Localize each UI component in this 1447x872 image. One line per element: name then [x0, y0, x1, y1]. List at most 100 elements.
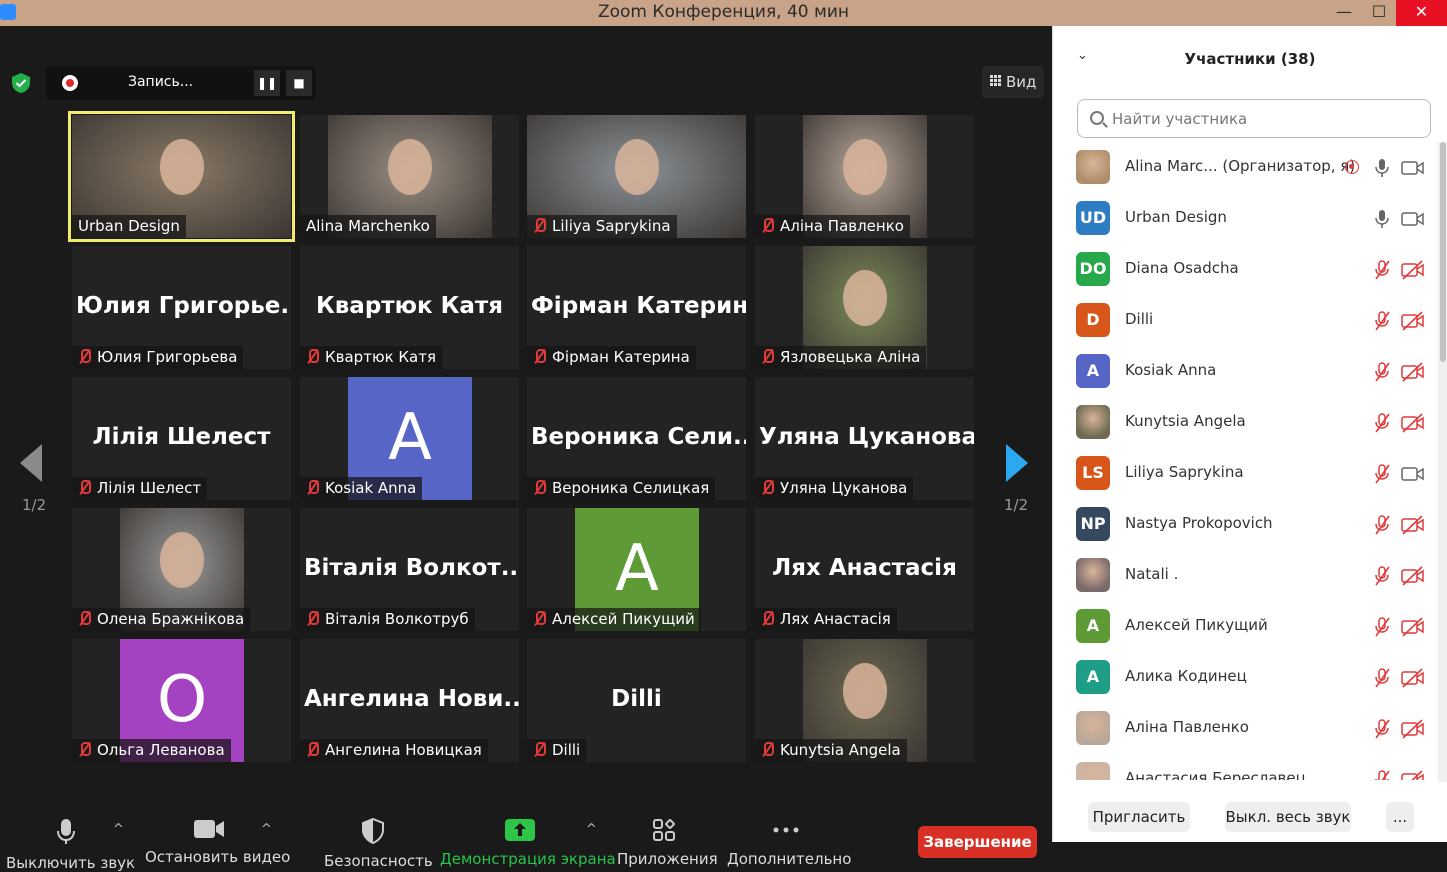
microphone-icon[interactable] [1373, 209, 1391, 229]
search-input[interactable] [1112, 108, 1422, 130]
video-off-icon[interactable] [1401, 515, 1425, 535]
stop-recording-button[interactable]: ■ [286, 70, 312, 96]
video-tile[interactable]: Вероника Сели... Вероника Селицкая [527, 377, 746, 500]
participant-row[interactable]: D Dilli [1053, 295, 1438, 346]
share-screen-label: Демонстрация экрана [440, 850, 616, 868]
video-tile[interactable]: Фірман Катерина Фірман Катерина [527, 246, 746, 369]
muted-mic-icon [78, 742, 91, 757]
video-off-icon[interactable] [1401, 311, 1425, 331]
muted-microphone-icon[interactable] [1373, 362, 1391, 382]
video-camera-icon[interactable] [1401, 158, 1425, 178]
panel-more-button[interactable]: ... [1386, 802, 1414, 832]
video-tile[interactable]: Уляна Цуканова Уляна Цуканова [755, 377, 974, 500]
grid-icon [990, 75, 1002, 87]
participant-row[interactable]: DO Diana Osadcha [1053, 244, 1438, 295]
participant-list-scrollbar[interactable] [1438, 142, 1447, 782]
muted-microphone-icon[interactable] [1373, 668, 1391, 688]
participant-row[interactable]: UD Urban Design [1053, 193, 1438, 244]
muted-microphone-icon[interactable] [1373, 464, 1391, 484]
muted-microphone-icon[interactable] [1373, 413, 1391, 433]
participant-list-name: Diana Osadcha [1125, 259, 1239, 277]
muted-microphone-icon[interactable] [1373, 566, 1391, 586]
video-tile[interactable]: Лілія Шелест Лілія Шелест [72, 377, 291, 500]
video-camera-icon[interactable] [1401, 464, 1425, 484]
video-tile[interactable]: O Ольга Леванова [72, 639, 291, 762]
muted-microphone-icon[interactable] [1373, 260, 1391, 280]
participant-row[interactable]: NP Nastya Prokopovich [1053, 499, 1438, 550]
video-tile[interactable]: Лях Анастасія Лях Анастасія [755, 508, 974, 631]
muted-mic-icon [533, 349, 546, 364]
video-tile[interactable]: Аліна Павленко [755, 115, 974, 238]
video-tile[interactable]: Urban Design [68, 111, 295, 242]
share-screen-button[interactable]: Демонстрация экрана [440, 796, 616, 868]
video-tile[interactable]: Язловецька Аліна [755, 246, 974, 369]
participant-list-name: Liliya Saprykina [1125, 463, 1244, 481]
muted-mic-icon [761, 611, 774, 626]
close-button[interactable]: ✕ [1396, 0, 1447, 26]
security-shield-icon[interactable] [10, 72, 32, 94]
mute-label: Выключить звук [6, 854, 136, 872]
minimize-button[interactable]: — [1326, 0, 1362, 26]
mute-all-button[interactable]: Выкл. весь звук [1225, 802, 1351, 832]
mute-button[interactable]: Выключить звук [6, 796, 135, 872]
video-tile[interactable]: Kunytsia Angela [755, 639, 974, 762]
video-off-icon[interactable] [1401, 770, 1425, 780]
participant-name-label: Алексей Пикущий [527, 608, 701, 631]
view-button[interactable]: Вид [982, 66, 1044, 98]
participant-row[interactable]: LS Liliya Saprykina [1053, 448, 1438, 499]
participant-list-name: Urban Design [1125, 208, 1227, 226]
previous-page-arrow-icon[interactable] [20, 444, 42, 482]
video-off-icon[interactable] [1401, 668, 1425, 688]
video-off-icon[interactable] [1401, 566, 1425, 586]
participant-row[interactable]: Natali . [1053, 550, 1438, 601]
scrollbar-thumb[interactable] [1440, 142, 1446, 362]
video-tile[interactable]: Ангелина Нови... Ангелина Новицкая [300, 639, 519, 762]
apps-button[interactable]: Приложения [617, 796, 718, 868]
video-tile[interactable]: Alina Marchenko [300, 115, 519, 238]
participant-row[interactable]: Анастасия Береславец [1053, 754, 1438, 780]
participant-row[interactable]: Alina Marc... (Организатор, я) [1053, 142, 1438, 193]
end-meeting-button[interactable]: Завершение [918, 826, 1037, 858]
video-tile[interactable]: Dilli Dilli [527, 639, 746, 762]
participant-row[interactable]: A Алексей Пикущий [1053, 601, 1438, 652]
muted-microphone-icon[interactable] [1373, 617, 1391, 637]
participant-name-label: Віталія Волкотруб [300, 608, 475, 631]
participant-name-label: Лілія Шелест [72, 477, 208, 500]
video-tile[interactable]: Віталія Волкот... Віталія Волкотруб [300, 508, 519, 631]
video-off-icon[interactable] [1401, 413, 1425, 433]
video-tile[interactable]: A Kosiak Anna [300, 377, 519, 500]
more-button[interactable]: Дополнительно [727, 796, 851, 868]
video-tile[interactable]: Юлия Григорье... Юлия Григорьева [72, 246, 291, 369]
recording-indicator-icon [1345, 160, 1359, 174]
face-shape [843, 270, 887, 326]
participant-row[interactable]: A Алика Кодинец [1053, 652, 1438, 703]
muted-microphone-icon[interactable] [1373, 311, 1391, 331]
video-off-icon[interactable] [1401, 719, 1425, 739]
share-options-caret[interactable]: ^ [586, 822, 597, 837]
video-camera-icon[interactable] [1401, 209, 1425, 229]
audio-options-caret[interactable]: ^ [113, 822, 124, 837]
video-off-icon[interactable] [1401, 617, 1425, 637]
video-tile[interactable]: A Алексей Пикущий [527, 508, 746, 631]
participant-search[interactable] [1077, 99, 1431, 138]
video-off-icon[interactable] [1401, 260, 1425, 280]
participant-row[interactable]: Аліна Павленко [1053, 703, 1438, 754]
video-options-caret[interactable]: ^ [261, 822, 272, 837]
microphone-icon[interactable] [1373, 158, 1391, 178]
invite-button[interactable]: Пригласить [1088, 802, 1190, 832]
video-tile[interactable]: Liliya Saprykina [527, 115, 746, 238]
window-title: Zoom Конференция, 40 мин [597, 2, 850, 22]
video-tile[interactable]: Олена Бражнікова [72, 508, 291, 631]
security-button[interactable]: Безопасность [324, 796, 433, 870]
muted-microphone-icon[interactable] [1373, 515, 1391, 535]
video-off-icon[interactable] [1401, 362, 1425, 382]
next-page-arrow-icon[interactable] [1006, 444, 1028, 482]
stop-video-button[interactable]: Остановить видео [145, 796, 290, 866]
muted-microphone-icon[interactable] [1373, 719, 1391, 739]
muted-microphone-icon[interactable] [1373, 770, 1391, 780]
participant-row[interactable]: A Kosiak Anna [1053, 346, 1438, 397]
video-tile[interactable]: Квартюк Катя Квартюк Катя [300, 246, 519, 369]
pause-recording-button[interactable]: ❚❚ [254, 70, 280, 96]
maximize-button[interactable]: ☐ [1361, 0, 1397, 26]
participant-row[interactable]: Kunytsia Angela [1053, 397, 1438, 448]
